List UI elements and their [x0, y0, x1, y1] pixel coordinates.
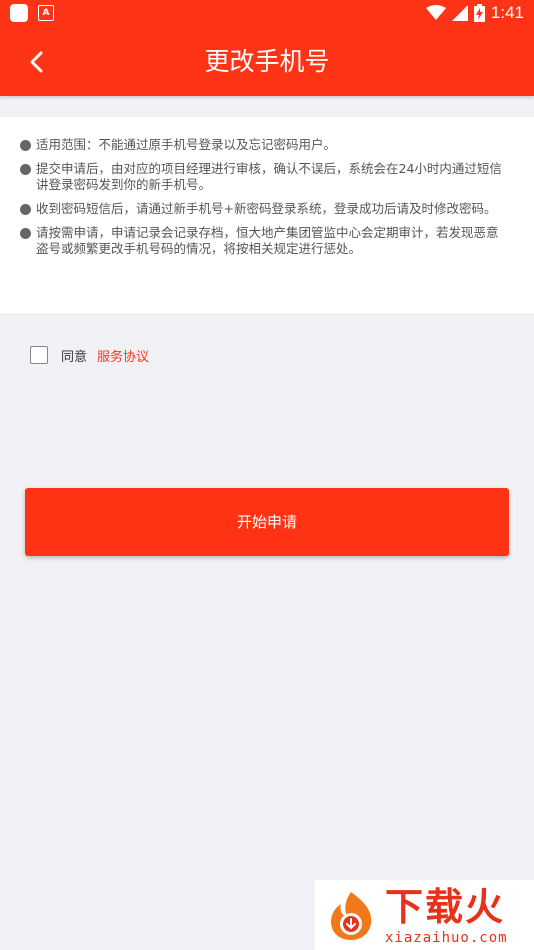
wifi-icon [425, 5, 446, 20]
bullet-icon [20, 204, 31, 215]
notice-text: 适用范围：不能通过原手机号登录以及忘记密码用户。 [36, 137, 337, 152]
watermark-title: 下载火 [385, 885, 506, 929]
signal-icon [451, 5, 468, 21]
bullet-icon [20, 228, 31, 239]
notice-text: 请按需申请，申请记录会记录存档，恒大地产集团管监中心会定期审计，若发现恶意盗号或… [36, 225, 499, 256]
status-left: A [10, 4, 54, 22]
notice-item: 适用范围：不能通过原手机号登录以及忘记密码用户。 [20, 137, 510, 153]
bullet-icon [20, 164, 31, 175]
start-apply-button[interactable]: 开始申请 [25, 488, 509, 556]
notice-item: 提交申请后，由对应的项目经理进行审核，确认不误后，系统会在24小时内通过短信讲登… [20, 161, 510, 193]
agreement-row: 同意 服务协议 [30, 345, 149, 365]
status-right: 1:41 [425, 3, 524, 23]
agree-label: 同意 [61, 349, 88, 365]
service-agreement-link[interactable]: 服务协议 [97, 346, 149, 365]
notice-item: 收到密码短信后，请通过新手机号+新密码登录系统，登录成功后请及时修改密码。 [20, 201, 510, 217]
flame-logo-icon [331, 892, 372, 940]
battery-charging-icon [473, 4, 485, 22]
app-icon [10, 4, 28, 22]
agree-checkbox[interactable] [30, 346, 48, 364]
notification-icon: A [38, 5, 54, 21]
status-bar: A 1:41 [0, 0, 534, 28]
notice-item: 请按需申请，申请记录会记录存档，恒大地产集团管监中心会定期审计，若发现恶意盗号或… [20, 225, 510, 257]
notice-text: 收到密码短信后，请通过新手机号+新密码登录系统，登录成功后请及时修改密码。 [36, 201, 497, 216]
bullet-icon [20, 140, 31, 151]
watermark-subtitle: xiazaihuo.com [385, 930, 508, 946]
notice-card: 适用范围：不能通过原手机号登录以及忘记密码用户。 提交申请后，由对应的项目经理进… [0, 117, 534, 315]
page-title: 更改手机号 [204, 47, 330, 76]
status-time: 1:41 [490, 3, 524, 22]
app-header: 更改手机号 [0, 28, 534, 96]
notice-text: 提交申请后，由对应的项目经理进行审核，确认不误后，系统会在24小时内通过短信讲登… [36, 161, 502, 192]
watermark: 下载火 xiazaihuo.com [315, 880, 534, 950]
